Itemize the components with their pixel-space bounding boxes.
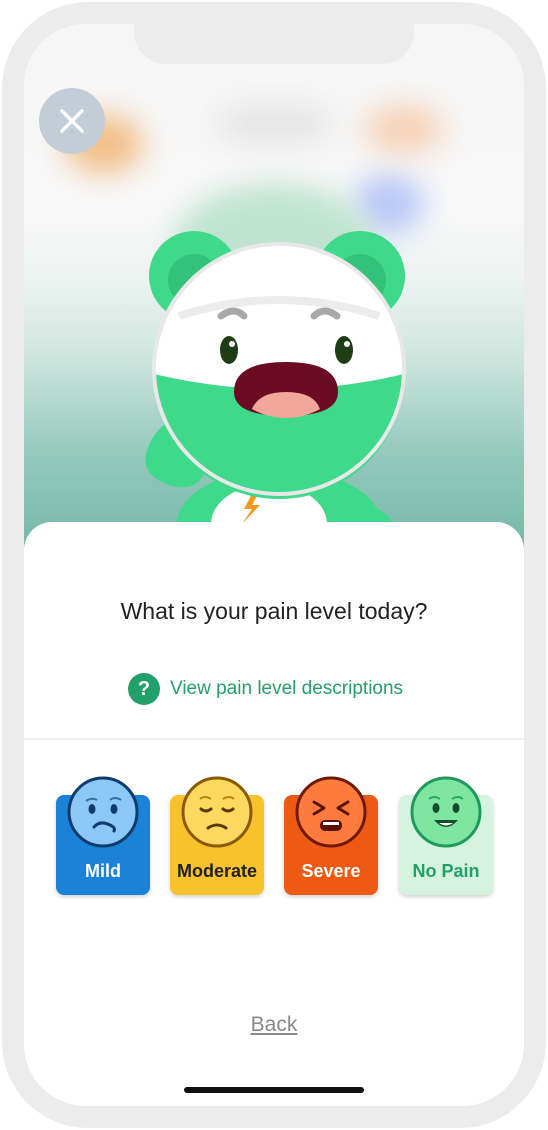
help-link-label: View pain level descriptions	[170, 678, 404, 699]
back-link[interactable]: Back	[24, 1013, 524, 1037]
section-divider	[24, 738, 524, 740]
blurred-decoration	[214, 104, 334, 144]
pain-level-sheet: What is your pain level today? ? View pa…	[24, 522, 524, 1106]
happy-face-icon	[410, 776, 482, 848]
distressed-face-icon	[295, 776, 367, 848]
pain-label: Moderate	[176, 861, 257, 881]
close-icon	[60, 109, 84, 133]
close-button[interactable]	[39, 88, 105, 154]
app-screen: What is your pain level today? ? View pa…	[24, 24, 524, 1106]
question-circle-icon: ?	[128, 673, 160, 705]
pain-label: No Pain	[412, 861, 480, 881]
question-title: What is your pain level today?	[120, 598, 428, 624]
confused-face-icon	[67, 776, 139, 848]
sad-face-icon	[181, 776, 253, 848]
pain-option-moderate[interactable]: Moderate	[170, 775, 264, 897]
pain-option-no-pain[interactable]: No Pain	[399, 775, 493, 897]
pain-option-severe[interactable]: Severe	[284, 775, 378, 897]
home-indicator	[184, 1087, 364, 1093]
device-notch	[134, 24, 414, 64]
mascot-illustration	[145, 231, 406, 554]
pain-label: Mild	[85, 861, 121, 881]
pain-label: Severe	[301, 861, 361, 881]
pain-option-mild[interactable]: Mild	[56, 775, 150, 897]
blurred-decoration	[364, 104, 444, 154]
view-pain-descriptions-link[interactable]: ? View pain level descriptions	[128, 673, 403, 705]
